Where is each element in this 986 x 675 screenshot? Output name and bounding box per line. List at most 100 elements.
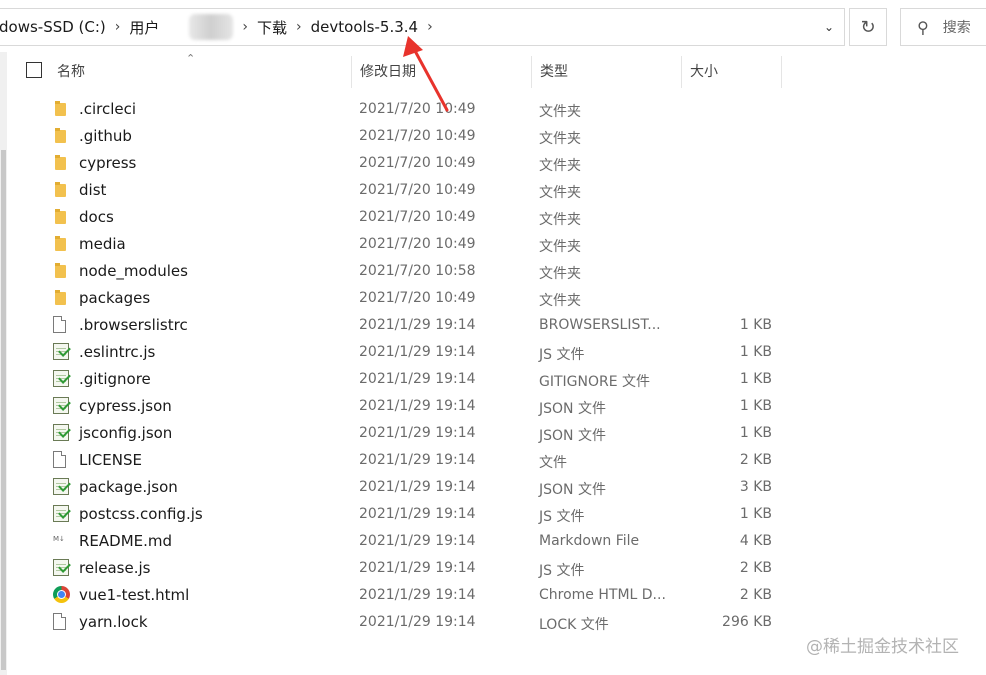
file-name: release.js [79, 559, 151, 577]
navigation-pane-scrollbar[interactable] [0, 52, 7, 675]
column-divider[interactable] [351, 56, 352, 88]
file-name: cypress.json [79, 397, 172, 415]
file-type: Markdown File [539, 533, 640, 549]
column-header-type[interactable]: 类型 [533, 52, 681, 90]
chevron-right-icon[interactable]: › [115, 19, 121, 35]
file-row[interactable]: cypress.json 2021/1/29 19:14 JSON 文件 1 KB [7, 393, 986, 420]
file-row[interactable]: .browserslistrc 2021/1/29 19:14 BROWSERSLI… [7, 312, 986, 339]
file-row[interactable]: LICENSE 2021/1/29 19:14 文件 2 KB [7, 447, 986, 474]
folder-icon [53, 208, 69, 226]
file-size: 1 KB [739, 317, 772, 333]
file-size: 1 KB [739, 425, 772, 441]
file-row[interactable]: node_modules 2021/7/20 10:58 文件夹 [7, 258, 986, 285]
file-icon [53, 316, 66, 333]
file-type: JSON 文件 [539, 482, 606, 498]
file-date-modified: 2021/1/29 19:14 [359, 479, 476, 495]
chevron-down-icon[interactable]: ⌄ [824, 20, 834, 34]
file-name: .browserslistrc [79, 316, 188, 334]
file-date-modified: 2021/1/29 19:14 [359, 317, 476, 333]
file-name: dist [79, 181, 107, 199]
chrome-icon [53, 586, 70, 603]
file-type: 文件夹 [539, 131, 581, 147]
file-date-modified: 2021/1/29 19:14 [359, 506, 476, 522]
column-divider[interactable] [781, 56, 782, 88]
watermark: @稀土掘金技术社区 [806, 637, 959, 657]
file-size: 1 KB [739, 398, 772, 414]
search-placeholder: 搜索 [942, 20, 971, 36]
breadcrumb-downloads[interactable]: 下载 [257, 17, 287, 38]
file-row[interactable]: .eslintrc.js 2021/1/29 19:14 JS 文件 1 KB [7, 339, 986, 366]
chevron-right-icon[interactable]: › [296, 19, 302, 35]
file-date-modified: 2021/1/29 19:14 [359, 587, 476, 603]
toolbar: dows-SSD (C:) › 用户 › 下载 › devtools-5.3.4… [0, 0, 986, 52]
file-date-modified: 2021/7/20 10:49 [359, 290, 476, 306]
file-row[interactable]: packages 2021/7/20 10:49 文件夹 [7, 285, 986, 312]
script-file-icon [53, 370, 69, 387]
file-row[interactable]: .github 2021/7/20 10:49 文件夹 [7, 123, 986, 150]
file-row[interactable]: cypress 2021/7/20 10:49 文件夹 [7, 150, 986, 177]
file-row[interactable]: README.md 2021/1/29 19:14 Markdown File 4 K… [7, 528, 986, 555]
file-row[interactable]: .gitignore 2021/1/29 19:14 GITIGNORE 文件 1 K… [7, 366, 986, 393]
file-size: 3 KB [739, 479, 772, 495]
file-name: node_modules [79, 262, 188, 280]
column-header-date[interactable]: 修改日期 [353, 52, 531, 90]
script-file-icon [53, 478, 69, 495]
file-date-modified: 2021/7/20 10:58 [359, 263, 476, 279]
file-type: 文件夹 [539, 104, 581, 120]
file-date-modified: 2021/1/29 19:14 [359, 533, 476, 549]
file-name: cypress [79, 154, 137, 172]
file-size: 1 KB [739, 506, 772, 522]
file-date-modified: 2021/1/29 19:14 [359, 560, 476, 576]
script-file-icon [53, 559, 69, 576]
breadcrumb-users[interactable]: 用户 [129, 17, 159, 38]
file-date-modified: 2021/7/20 10:49 [359, 128, 476, 144]
file-row[interactable]: dist 2021/7/20 10:49 文件夹 [7, 177, 986, 204]
file-type: 文件夹 [539, 185, 581, 201]
file-name: .gitignore [79, 370, 151, 388]
file-row[interactable]: package.json 2021/1/29 19:14 JSON 文件 3 KB [7, 474, 986, 501]
column-header-name[interactable]: 名称 [50, 52, 350, 90]
refresh-button[interactable]: ↻ [849, 8, 887, 46]
column-divider[interactable] [531, 56, 532, 88]
file-date-modified: 2021/7/20 10:49 [359, 155, 476, 171]
select-all-checkbox[interactable] [26, 62, 42, 78]
column-header-size-label: 大小 [690, 64, 718, 80]
file-icon [53, 451, 66, 468]
script-file-icon [53, 397, 69, 414]
column-divider[interactable] [681, 56, 682, 88]
chevron-right-icon[interactable]: › [427, 19, 433, 35]
file-row[interactable]: jsconfig.json 2021/1/29 19:14 JSON 文件 1 KB [7, 420, 986, 447]
file-type: Chrome HTML D... [539, 587, 666, 603]
breadcrumb-drive[interactable]: dows-SSD (C:) [0, 18, 106, 36]
column-header-type-label: 类型 [540, 64, 568, 80]
search-box[interactable]: ⚲ 搜索 [900, 8, 986, 46]
file-date-modified: 2021/7/20 10:49 [359, 101, 476, 117]
file-type: JS 文件 [539, 347, 585, 363]
chevron-right-icon[interactable]: › [242, 19, 248, 35]
file-row[interactable]: release.js 2021/1/29 19:14 JS 文件 2 KB [7, 555, 986, 582]
column-header-size[interactable]: 大小 [683, 52, 781, 90]
breadcrumb-current-folder[interactable]: devtools-5.3.4 [311, 18, 418, 36]
file-type: JS 文件 [539, 509, 585, 525]
file-row[interactable]: .circleci 2021/7/20 10:49 文件夹 [7, 96, 986, 123]
scrollbar-thumb[interactable] [1, 150, 6, 670]
file-row[interactable]: vue1-test.html 2021/1/29 19:14 Chrome HTML… [7, 582, 986, 609]
file-size: 2 KB [739, 587, 772, 603]
file-type: 文件夹 [539, 212, 581, 228]
file-row[interactable]: media 2021/7/20 10:49 文件夹 [7, 231, 986, 258]
file-size: 2 KB [739, 452, 772, 468]
file-date-modified: 2021/1/29 19:14 [359, 452, 476, 468]
file-name: README.md [79, 532, 173, 550]
file-type: 文件夹 [539, 239, 581, 255]
folder-icon [53, 289, 69, 307]
file-name: vue1-test.html [79, 586, 190, 604]
file-row[interactable]: docs 2021/7/20 10:49 文件夹 [7, 204, 986, 231]
blurred-username[interactable] [189, 14, 234, 40]
file-type: JSON 文件 [539, 401, 606, 417]
address-bar[interactable]: dows-SSD (C:) › 用户 › 下载 › devtools-5.3.4… [0, 8, 845, 46]
file-type: 文件夹 [539, 266, 581, 282]
file-date-modified: 2021/7/20 10:49 [359, 182, 476, 198]
file-row[interactable]: postcss.config.js 2021/1/29 19:14 JS 文件 1 K… [7, 501, 986, 528]
file-name: docs [79, 208, 114, 226]
file-icon [53, 613, 66, 630]
